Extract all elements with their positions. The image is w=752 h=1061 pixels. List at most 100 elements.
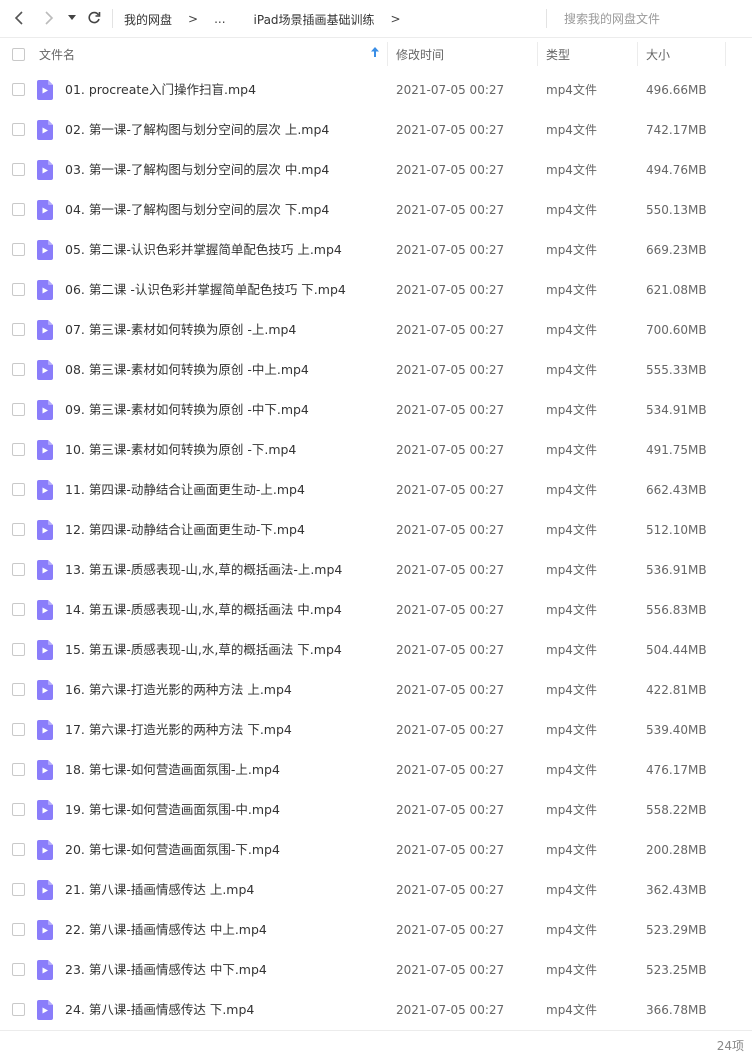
column-header-modified-label: 修改时间 (396, 47, 445, 62)
row-checkbox[interactable] (12, 963, 25, 979)
column-divider[interactable] (637, 42, 638, 66)
file-row[interactable]: 02. 第一课-了解构图与划分空间的层次 上.mp4 2021-07-05 00… (0, 110, 752, 150)
file-size: 534.91MB (646, 403, 707, 417)
row-checkbox[interactable] (12, 603, 25, 619)
row-checkbox[interactable] (12, 803, 25, 819)
file-name[interactable]: 03. 第一课-了解构图与划分空间的层次 中.mp4 (65, 150, 329, 190)
file-name[interactable]: 19. 第七课-如何营造画面氛围-中.mp4 (65, 790, 280, 830)
file-name[interactable]: 07. 第三课-素材如何转换为原创 -上.mp4 (65, 310, 296, 350)
row-checkbox[interactable] (12, 83, 25, 99)
select-all-checkbox[interactable] (12, 38, 25, 70)
breadcrumb-root[interactable]: 我的网盘 (124, 11, 172, 28)
column-divider[interactable] (387, 42, 388, 66)
file-name[interactable]: 18. 第七课-如何营造画面氛围-上.mp4 (65, 750, 280, 790)
file-name[interactable]: 21. 第八课-插画情感传达 上.mp4 (65, 870, 254, 910)
row-checkbox[interactable] (12, 683, 25, 699)
row-checkbox[interactable] (12, 923, 25, 939)
file-row[interactable]: 11. 第四课-动静结合让画面更生动-上.mp4 2021-07-05 00:2… (0, 470, 752, 510)
column-header-name[interactable]: 文件名 (39, 38, 386, 70)
file-row[interactable]: 04. 第一课-了解构图与划分空间的层次 下.mp4 2021-07-05 00… (0, 190, 752, 230)
file-row[interactable]: 07. 第三课-素材如何转换为原创 -上.mp4 2021-07-05 00:2… (0, 310, 752, 350)
row-checkbox[interactable] (12, 763, 25, 779)
file-name[interactable]: 10. 第三课-素材如何转换为原创 -下.mp4 (65, 430, 296, 470)
file-row[interactable]: 18. 第七课-如何营造画面氛围-上.mp4 2021-07-05 00:27 … (0, 750, 752, 790)
row-checkbox[interactable] (12, 483, 25, 499)
file-name[interactable]: 11. 第四课-动静结合让画面更生动-上.mp4 (65, 470, 305, 510)
caret-down-icon[interactable] (65, 9, 79, 27)
file-row[interactable]: 17. 第六课-打造光影的两种方法 下.mp4 2021-07-05 00:27… (0, 710, 752, 750)
row-checkbox[interactable] (12, 723, 25, 739)
refresh-icon[interactable] (85, 9, 103, 27)
row-checkbox[interactable] (12, 843, 25, 859)
file-row[interactable]: 03. 第一课-了解构图与划分空间的层次 中.mp4 2021-07-05 00… (0, 150, 752, 190)
file-row[interactable]: 23. 第八课-插画情感传达 中下.mp4 2021-07-05 00:27 m… (0, 950, 752, 990)
file-row[interactable]: 13. 第五课-质感表现-山,水,草的概括画法-上.mp4 2021-07-05… (0, 550, 752, 590)
video-file-icon (37, 640, 53, 660)
file-name[interactable]: 12. 第四课-动静结合让画面更生动-下.mp4 (65, 510, 305, 550)
search-input[interactable] (556, 8, 746, 29)
file-row[interactable]: 14. 第五课-质感表现-山,水,草的概括画法 中.mp4 2021-07-05… (0, 590, 752, 630)
file-row[interactable]: 01. procreate入门操作扫盲.mp4 2021-07-05 00:27… (0, 70, 752, 110)
breadcrumb-more[interactable]: ... (214, 12, 225, 26)
file-row[interactable]: 12. 第四课-动静结合让画面更生动-下.mp4 2021-07-05 00:2… (0, 510, 752, 550)
file-row[interactable]: 20. 第七课-如何营造画面氛围-下.mp4 2021-07-05 00:27 … (0, 830, 752, 870)
row-checkbox[interactable] (12, 523, 25, 539)
row-checkbox[interactable] (12, 203, 25, 219)
file-modified-time: 2021-07-05 00:27 (396, 83, 505, 97)
file-name[interactable]: 01. procreate入门操作扫盲.mp4 (65, 70, 256, 110)
column-divider[interactable] (725, 42, 726, 66)
column-header-type-label: 类型 (546, 47, 571, 62)
file-row[interactable]: 10. 第三课-素材如何转换为原创 -下.mp4 2021-07-05 00:2… (0, 430, 752, 470)
row-checkbox[interactable] (12, 643, 25, 659)
file-name[interactable]: 13. 第五课-质感表现-山,水,草的概括画法-上.mp4 (65, 550, 342, 590)
column-header-size[interactable]: 大小 (646, 38, 670, 70)
row-checkbox[interactable] (12, 243, 25, 259)
row-checkbox[interactable] (12, 883, 25, 899)
chevron-left-icon[interactable] (10, 9, 28, 27)
file-row[interactable]: 06. 第二课 -认识色彩并掌握简单配色技巧 下.mp4 2021-07-05 … (0, 270, 752, 310)
file-modified-time: 2021-07-05 00:27 (396, 803, 505, 817)
file-row[interactable]: 09. 第三课-素材如何转换为原创 -中下.mp4 2021-07-05 00:… (0, 390, 752, 430)
file-row[interactable]: 21. 第八课-插画情感传达 上.mp4 2021-07-05 00:27 mp… (0, 870, 752, 910)
search-divider (546, 9, 547, 28)
file-row[interactable]: 22. 第八课-插画情感传达 中上.mp4 2021-07-05 00:27 m… (0, 910, 752, 950)
row-checkbox[interactable] (12, 123, 25, 139)
file-size: 550.13MB (646, 203, 707, 217)
file-name[interactable]: 08. 第三课-素材如何转换为原创 -中上.mp4 (65, 350, 309, 390)
file-name[interactable]: 17. 第六课-打造光影的两种方法 下.mp4 (65, 710, 292, 750)
chevron-right-icon[interactable] (40, 9, 58, 27)
file-row[interactable]: 19. 第七课-如何营造画面氛围-中.mp4 2021-07-05 00:27 … (0, 790, 752, 830)
file-name[interactable]: 16. 第六课-打造光影的两种方法 上.mp4 (65, 670, 292, 710)
file-name[interactable]: 24. 第八课-插画情感传达 下.mp4 (65, 990, 254, 1030)
file-row[interactable]: 05. 第二课-认识色彩并掌握简单配色技巧 上.mp4 2021-07-05 0… (0, 230, 752, 270)
breadcrumb-current[interactable]: iPad场景插画基础训练 (254, 11, 375, 28)
row-checkbox[interactable] (12, 163, 25, 179)
file-name[interactable]: 20. 第七课-如何营造画面氛围-下.mp4 (65, 830, 280, 870)
file-row[interactable]: 16. 第六课-打造光影的两种方法 上.mp4 2021-07-05 00:27… (0, 670, 752, 710)
file-name[interactable]: 06. 第二课 -认识色彩并掌握简单配色技巧 下.mp4 (65, 270, 346, 310)
row-checkbox[interactable] (12, 443, 25, 459)
row-checkbox[interactable] (12, 363, 25, 379)
file-type: mp4文件 (546, 203, 597, 217)
file-row[interactable]: 08. 第三课-素材如何转换为原创 -中上.mp4 2021-07-05 00:… (0, 350, 752, 390)
column-header-modified[interactable]: 修改时间 (396, 38, 444, 70)
file-name[interactable]: 02. 第一课-了解构图与划分空间的层次 上.mp4 (65, 110, 329, 150)
file-name[interactable]: 09. 第三课-素材如何转换为原创 -中下.mp4 (65, 390, 309, 430)
file-name[interactable]: 05. 第二课-认识色彩并掌握简单配色技巧 上.mp4 (65, 230, 342, 270)
row-checkbox[interactable] (12, 283, 25, 299)
row-checkbox[interactable] (12, 323, 25, 339)
row-checkbox[interactable] (12, 563, 25, 579)
file-name[interactable]: 14. 第五课-质感表现-山,水,草的概括画法 中.mp4 (65, 590, 342, 630)
row-checkbox[interactable] (12, 1003, 25, 1019)
file-name[interactable]: 04. 第一课-了解构图与划分空间的层次 下.mp4 (65, 190, 329, 230)
file-name[interactable]: 15. 第五课-质感表现-山,水,草的概括画法 下.mp4 (65, 630, 342, 670)
row-checkbox[interactable] (12, 403, 25, 419)
column-header-type[interactable]: 类型 (546, 38, 570, 70)
sort-ascending-icon[interactable] (371, 47, 379, 60)
file-row[interactable]: 15. 第五课-质感表现-山,水,草的概括画法 下.mp4 2021-07-05… (0, 630, 752, 670)
column-divider[interactable] (537, 42, 538, 66)
file-name[interactable]: 22. 第八课-插画情感传达 中上.mp4 (65, 910, 267, 950)
file-row[interactable]: 24. 第八课-插画情感传达 下.mp4 2021-07-05 00:27 mp… (0, 990, 752, 1030)
file-size: 496.66MB (646, 83, 707, 97)
file-name[interactable]: 23. 第八课-插画情感传达 中下.mp4 (65, 950, 267, 990)
